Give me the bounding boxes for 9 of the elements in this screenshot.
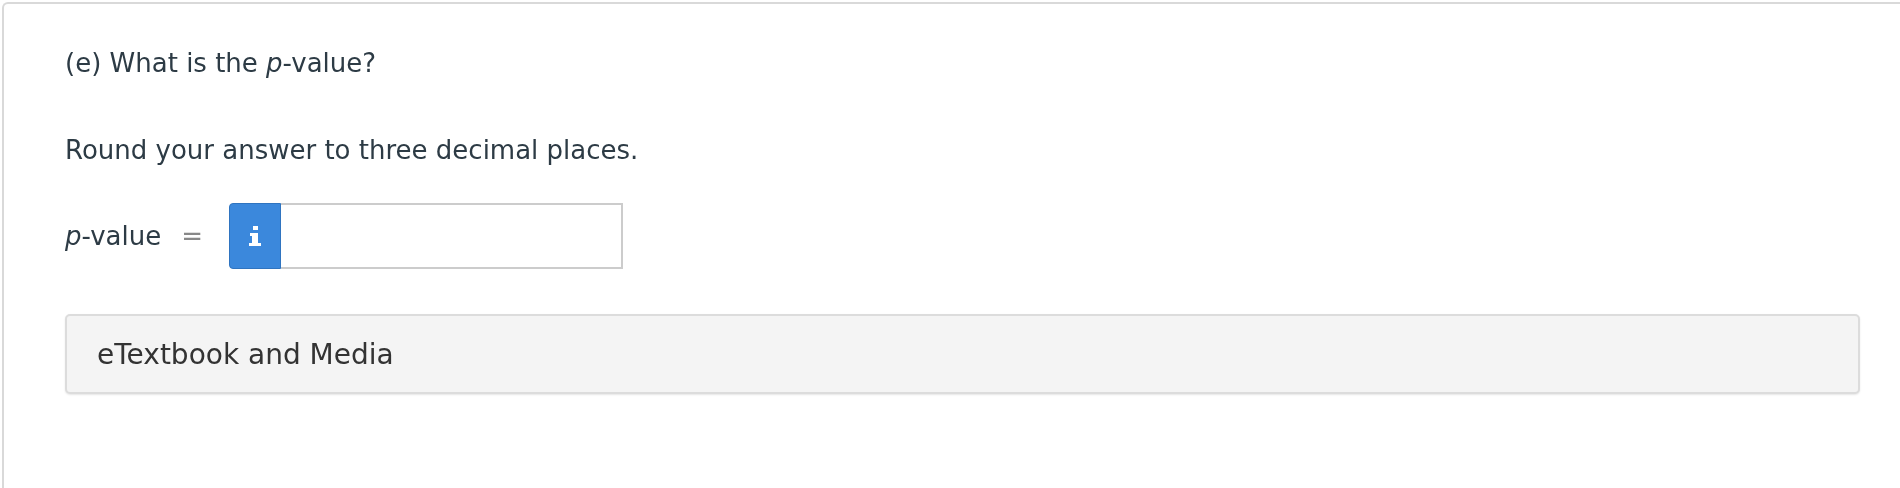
info-icon xyxy=(249,225,261,247)
panel-title: eTextbook and Media xyxy=(97,337,394,371)
answer-input-field[interactable] xyxy=(281,203,623,269)
instruction-text: Round your answer to three decimal places. xyxy=(65,134,640,167)
answer-label: p-value xyxy=(65,221,162,251)
etextbook-media-panel[interactable]: eTextbook and Media xyxy=(65,314,1860,394)
question-text: (e) What is the p-value? xyxy=(65,47,378,80)
equals-sign: = xyxy=(181,221,203,251)
info-button[interactable] xyxy=(229,203,281,269)
